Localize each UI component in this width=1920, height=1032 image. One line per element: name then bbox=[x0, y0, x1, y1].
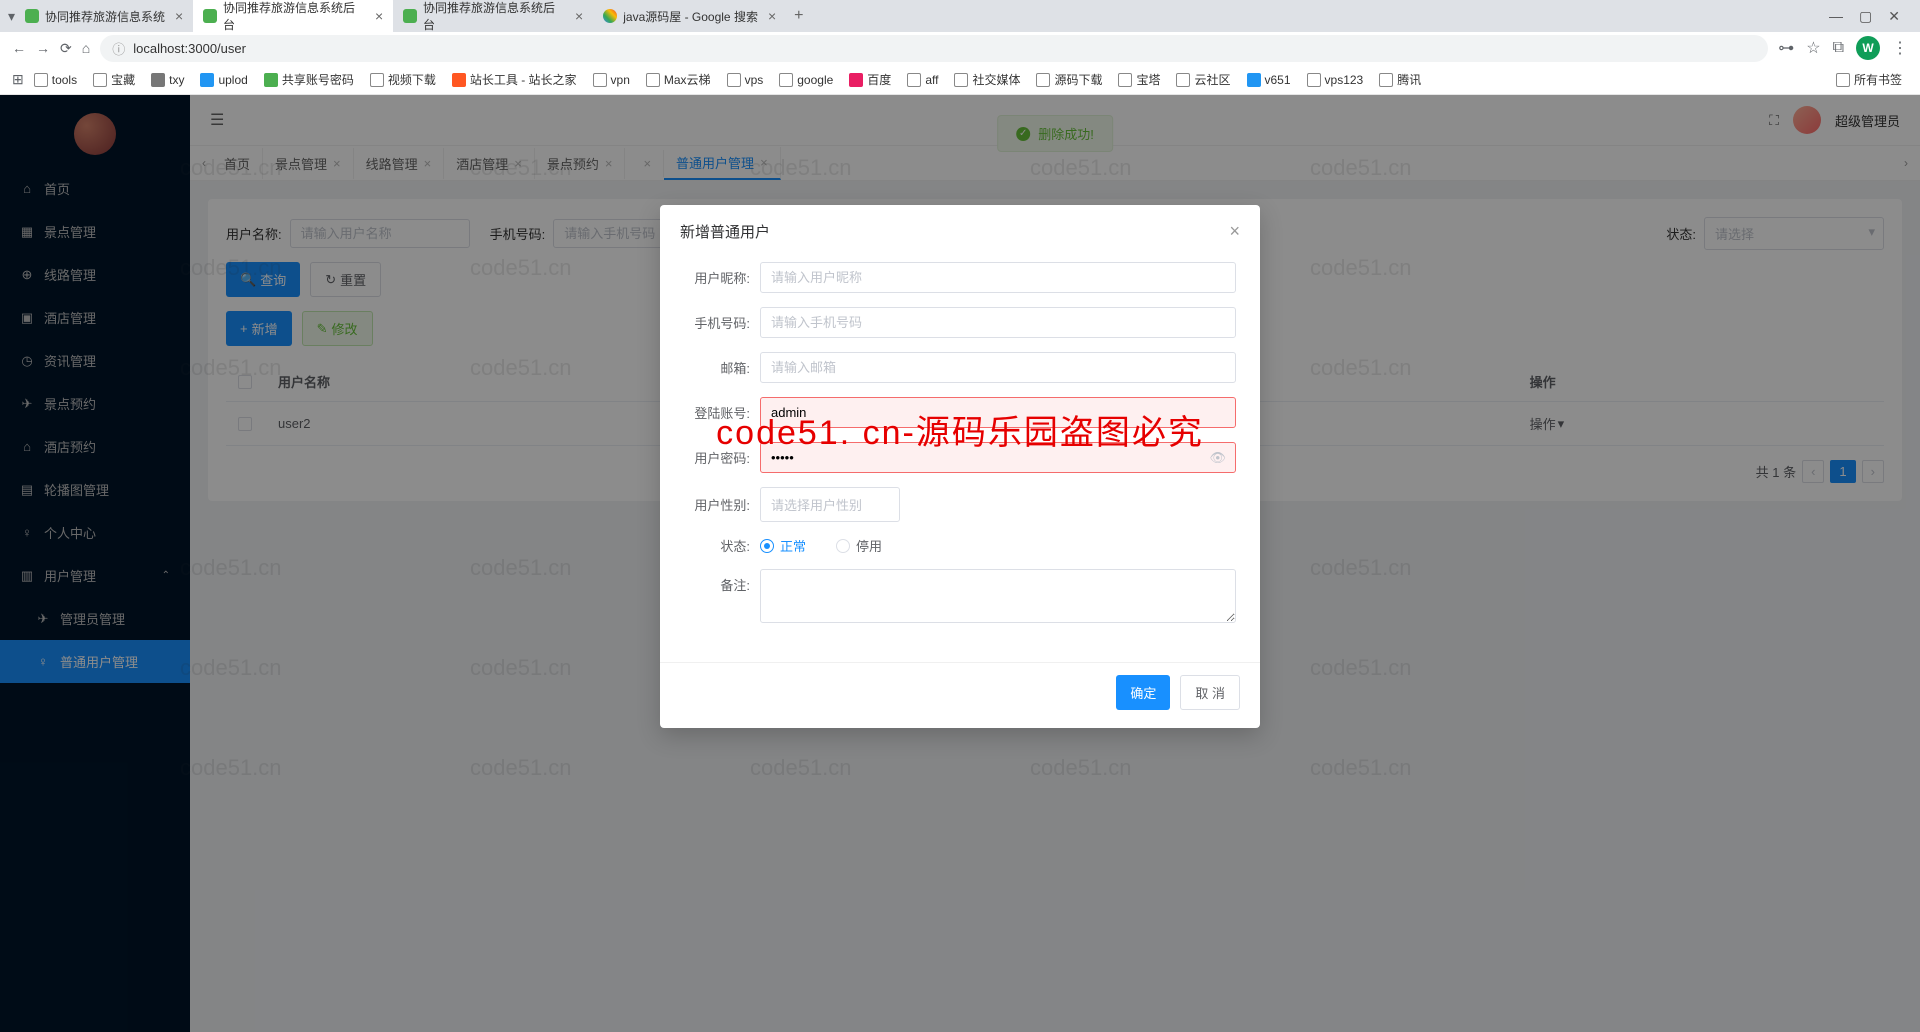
confirm-button[interactable]: 确定 bbox=[1116, 675, 1170, 710]
bookmark-item[interactable]: 腾讯 bbox=[1373, 67, 1427, 92]
reload-icon[interactable]: ⟳ bbox=[60, 40, 72, 57]
nickname-label: 用户昵称: bbox=[684, 268, 760, 287]
close-icon[interactable]: × bbox=[768, 8, 776, 24]
info-icon: ⓘ bbox=[112, 39, 125, 58]
modal-overlay[interactable]: 新增普通用户 × 用户昵称: 手机号码: 邮箱: 登陆账号: bbox=[0, 95, 1920, 1032]
bookmark-item[interactable]: tools bbox=[28, 69, 83, 91]
browser-tab[interactable]: java源码屋 - Google 搜索× bbox=[593, 2, 786, 31]
menu-icon[interactable]: ⋮ bbox=[1892, 38, 1908, 58]
bookmark-item[interactable]: 源码下载 bbox=[1030, 67, 1108, 92]
back-icon[interactable]: ← bbox=[12, 40, 26, 56]
close-icon[interactable]: × bbox=[175, 8, 183, 24]
bookmark-item[interactable]: 视频下载 bbox=[364, 67, 442, 92]
cancel-button[interactable]: 取 消 bbox=[1180, 675, 1240, 710]
modal-title: 新增普通用户 bbox=[680, 221, 770, 242]
bookmark-item[interactable]: aff bbox=[901, 69, 944, 91]
close-window-icon[interactable]: ✕ bbox=[1888, 8, 1900, 25]
password-input[interactable] bbox=[760, 442, 1236, 473]
bookmark-item[interactable]: 宝藏 bbox=[87, 67, 141, 92]
profile-avatar[interactable]: W bbox=[1856, 36, 1880, 60]
apps-icon[interactable]: ⊞ bbox=[12, 71, 24, 88]
bookmark-item[interactable]: 共享账号密码 bbox=[258, 67, 360, 92]
bookmark-item[interactable]: 宝塔 bbox=[1112, 67, 1166, 92]
browser-tab[interactable]: 协同推荐旅游信息系统× bbox=[15, 2, 193, 31]
status-label: 状态: bbox=[684, 536, 760, 555]
bookmark-bar: ⊞ tools 宝藏 txy uplod 共享账号密码 视频下载 站长工具 - … bbox=[0, 64, 1920, 95]
new-tab-button[interactable]: + bbox=[786, 7, 811, 25]
gender-label: 用户性别: bbox=[684, 495, 760, 514]
add-user-modal: 新增普通用户 × 用户昵称: 手机号码: 邮箱: 登陆账号: bbox=[660, 205, 1260, 728]
bookmark-item[interactable]: 百度 bbox=[843, 67, 897, 92]
extension-icon[interactable]: ⧉ bbox=[1833, 39, 1844, 57]
bookmark-item[interactable]: 站长工具 - 站长之家 bbox=[446, 67, 583, 92]
bookmark-item[interactable]: Max云梯 bbox=[640, 67, 717, 92]
close-icon[interactable]: × bbox=[575, 8, 583, 24]
account-label: 登陆账号: bbox=[684, 403, 760, 422]
all-bookmarks[interactable]: 所有书签 bbox=[1830, 67, 1908, 92]
star-icon[interactable]: ☆ bbox=[1806, 38, 1820, 58]
status-normal-radio[interactable]: 正常 bbox=[760, 536, 806, 555]
bookmark-item[interactable]: vpn bbox=[587, 69, 636, 91]
remark-label: 备注: bbox=[684, 569, 760, 594]
bookmark-item[interactable]: vps123 bbox=[1301, 69, 1370, 91]
home-icon[interactable]: ⌂ bbox=[82, 40, 90, 56]
tab-search-icon[interactable]: ▾ bbox=[8, 8, 15, 25]
browser-tab[interactable]: 协同推荐旅游信息系统后台× bbox=[393, 0, 593, 39]
phone-label: 手机号码: bbox=[684, 313, 760, 332]
password-label: 用户密码: bbox=[684, 448, 760, 467]
forward-icon[interactable]: → bbox=[36, 40, 50, 56]
bookmark-item[interactable]: google bbox=[773, 69, 839, 91]
phone-input[interactable] bbox=[760, 307, 1236, 338]
browser-tab-bar: ▾ 协同推荐旅游信息系统× 协同推荐旅游信息系统后台× 协同推荐旅游信息系统后台… bbox=[0, 0, 1920, 32]
bookmark-item[interactable]: 社交媒体 bbox=[948, 67, 1026, 92]
modal-close-button[interactable]: × bbox=[1229, 221, 1240, 242]
status-disabled-radio[interactable]: 停用 bbox=[836, 536, 882, 555]
email-label: 邮箱: bbox=[684, 358, 760, 377]
email-input[interactable] bbox=[760, 352, 1236, 383]
url-input[interactable]: ⓘ localhost:3000/user bbox=[100, 35, 1768, 62]
remark-textarea[interactable] bbox=[760, 569, 1236, 623]
close-icon[interactable]: × bbox=[375, 8, 383, 24]
bookmark-item[interactable]: 云社区 bbox=[1170, 67, 1236, 92]
eye-icon[interactable]: 👁 bbox=[1209, 450, 1226, 466]
browser-chrome: ▾ 协同推荐旅游信息系统× 协同推荐旅游信息系统后台× 协同推荐旅游信息系统后台… bbox=[0, 0, 1920, 95]
minimize-icon[interactable]: — bbox=[1829, 8, 1843, 25]
maximize-icon[interactable]: ▢ bbox=[1859, 8, 1872, 25]
bookmark-item[interactable]: v651 bbox=[1241, 69, 1297, 91]
address-bar: ← → ⟳ ⌂ ⓘ localhost:3000/user ⊶ ☆ ⧉ W ⋮ bbox=[0, 32, 1920, 64]
bookmark-item[interactable]: txy bbox=[145, 69, 190, 91]
key-icon[interactable]: ⊶ bbox=[1778, 38, 1794, 58]
nickname-input[interactable] bbox=[760, 262, 1236, 293]
browser-tab[interactable]: 协同推荐旅游信息系统后台× bbox=[193, 0, 393, 39]
account-input[interactable] bbox=[760, 397, 1236, 428]
bookmark-item[interactable]: vps bbox=[721, 69, 770, 91]
bookmark-item[interactable]: uplod bbox=[194, 69, 253, 91]
gender-select[interactable]: 请选择用户性别 bbox=[760, 487, 900, 522]
